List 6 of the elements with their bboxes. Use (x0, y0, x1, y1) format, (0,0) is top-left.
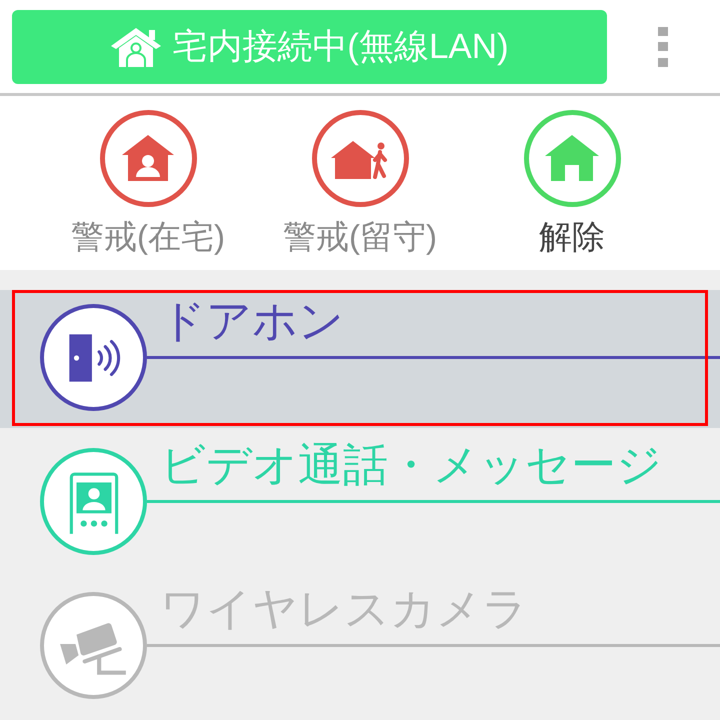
mode-button[interactable]: 警戒(在宅) (48, 110, 248, 260)
mode-button[interactable]: 解除 (472, 110, 672, 260)
home-person-icon (110, 26, 162, 66)
mode-button[interactable]: 警戒(留守) (260, 110, 460, 260)
list-item[interactable]: ドアホン (0, 290, 720, 428)
more-menu-icon[interactable] (658, 26, 668, 66)
